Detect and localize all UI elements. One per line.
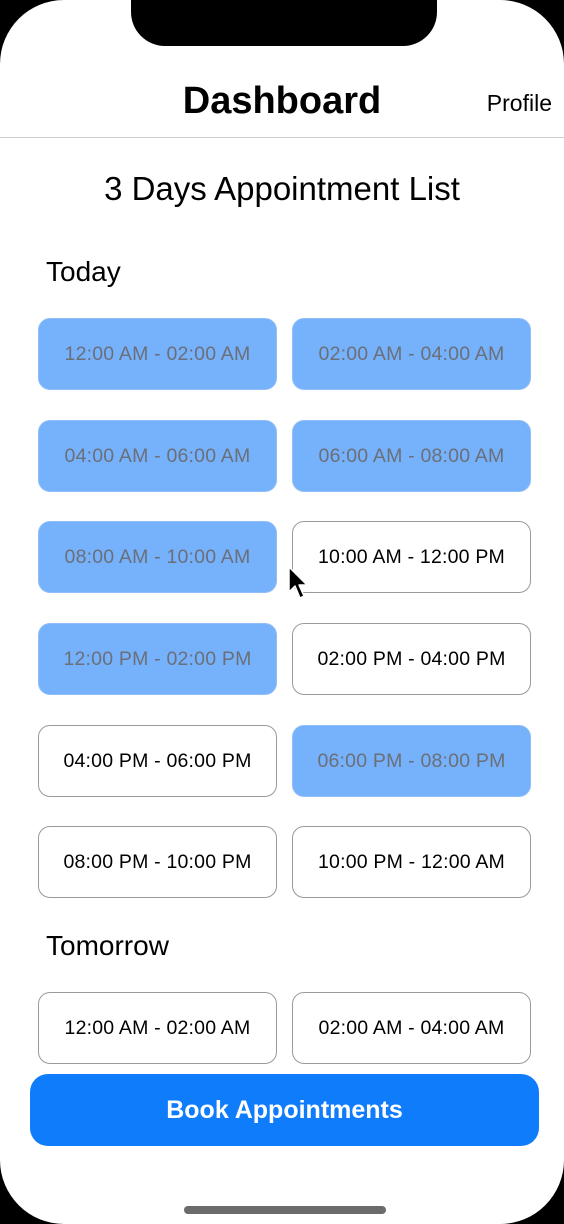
section-label-today: Today xyxy=(46,256,121,287)
profile-button[interactable]: Profile xyxy=(487,90,552,117)
time-slot[interactable]: 12:00 AM - 02:00 AM xyxy=(38,318,277,390)
time-slot[interactable]: 02:00 AM - 04:00 AM xyxy=(292,992,531,1064)
mouse-pointer-icon xyxy=(288,566,308,599)
time-slot[interactable]: 08:00 PM - 10:00 PM xyxy=(38,826,277,898)
time-slot[interactable]: 02:00 PM - 04:00 PM xyxy=(292,623,531,695)
page-title: Dashboard xyxy=(182,80,382,122)
device-notch xyxy=(131,0,437,46)
time-slot[interactable]: 12:00 AM - 02:00 AM xyxy=(38,992,277,1064)
time-slot[interactable]: 12:00 PM - 02:00 PM xyxy=(38,623,277,695)
book-appointments-button[interactable]: Book Appointments xyxy=(30,1074,539,1146)
time-slot[interactable]: 06:00 PM - 08:00 PM xyxy=(292,725,531,797)
time-slot[interactable]: 02:00 AM - 04:00 AM xyxy=(292,318,531,390)
time-slot[interactable]: 10:00 AM - 12:00 PM xyxy=(292,521,531,593)
appointment-list-title: 3 Days Appointment List xyxy=(104,170,460,207)
time-slot[interactable]: 10:00 PM - 12:00 AM xyxy=(292,826,531,898)
section-label-tomorrow: Tomorrow xyxy=(46,930,169,961)
navigation-bar: Dashboard Profile xyxy=(0,70,564,138)
time-slot[interactable]: 04:00 PM - 06:00 PM xyxy=(38,725,277,797)
phone-screen: Dashboard Profile 3 Days Appointment Lis… xyxy=(0,0,564,1224)
home-indicator[interactable] xyxy=(184,1206,386,1214)
time-slot[interactable]: 08:00 AM - 10:00 AM xyxy=(38,521,277,593)
time-slot[interactable]: 06:00 AM - 08:00 AM xyxy=(292,420,531,492)
time-slot[interactable]: 04:00 AM - 06:00 AM xyxy=(38,420,277,492)
